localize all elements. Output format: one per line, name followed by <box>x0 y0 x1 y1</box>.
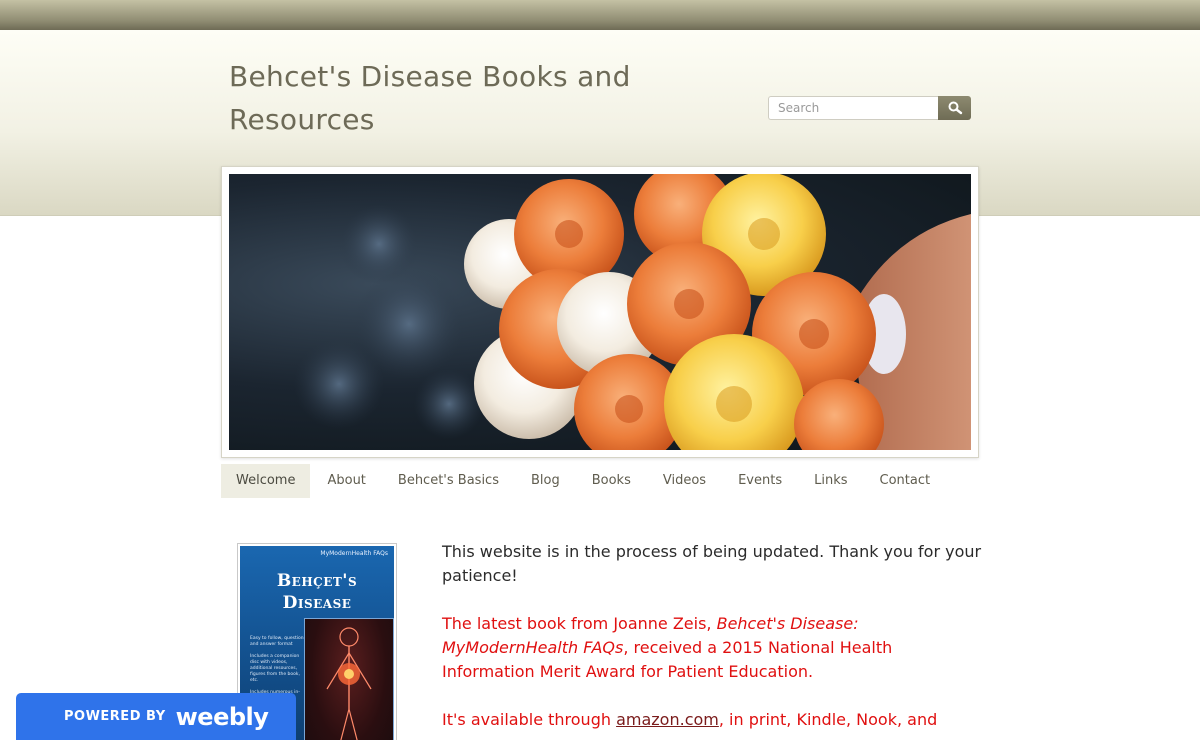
book-cover-title-line1: Behçet's <box>276 571 358 591</box>
book-cover-title-line2: Disease <box>282 593 352 613</box>
nav-item-videos[interactable]: Videos <box>648 464 721 498</box>
award-paragraph: The latest book from Joanne Zeis, Behcet… <box>442 612 982 684</box>
nav-item-links[interactable]: Links <box>799 464 862 498</box>
book-cover-title: Behçet's Disease <box>240 570 394 614</box>
weebly-logo: weebly <box>175 702 269 731</box>
search-box <box>768 96 971 120</box>
powered-by-weebly-badge[interactable]: POWERED BY weebly <box>16 693 296 740</box>
award-text-pre: The latest book from Joanne Zeis, <box>442 614 717 633</box>
nav-item-welcome[interactable]: Welcome <box>221 464 311 498</box>
anatomy-figure <box>304 618 394 740</box>
nav-item-blog[interactable]: Blog <box>516 464 575 498</box>
availability-paragraph: It's available through amazon.com, in pr… <box>442 708 982 732</box>
nav-item-events[interactable]: Events <box>723 464 797 498</box>
amazon-link[interactable]: amazon.com <box>616 710 719 729</box>
book-cover-bullet: Includes a companion disc with videos, a… <box>250 654 300 683</box>
search-icon <box>948 101 962 115</box>
intro-paragraph: This website is in the process of being … <box>442 542 982 585</box>
nav-item-books[interactable]: Books <box>577 464 646 498</box>
search-input[interactable] <box>768 96 940 120</box>
book-series-label: MyModernHealth FAQs <box>320 550 388 557</box>
nav-item-about[interactable]: About <box>312 464 380 498</box>
top-strip <box>0 0 1200 30</box>
site-title[interactable]: Behcet's Disease Books and Resources <box>229 55 649 141</box>
nav-item-behcets-basics[interactable]: Behcet's Basics <box>383 464 514 498</box>
badge-prefix: POWERED BY <box>64 709 166 724</box>
availability-text-post: , in print, Kindle, Nook, and <box>718 710 938 729</box>
nav-item-contact[interactable]: Contact <box>865 464 946 498</box>
banner-frame <box>221 166 979 458</box>
search-button[interactable] <box>938 96 971 120</box>
book-cover-bullet: Easy to follow, question and answer form… <box>250 636 304 647</box>
availability-text-pre: It's available through <box>442 710 617 729</box>
main-nav: Welcome About Behcet's Basics Blog Books… <box>221 464 947 498</box>
main-content: This website is in the process of being … <box>442 540 982 740</box>
banner-image <box>229 174 971 450</box>
